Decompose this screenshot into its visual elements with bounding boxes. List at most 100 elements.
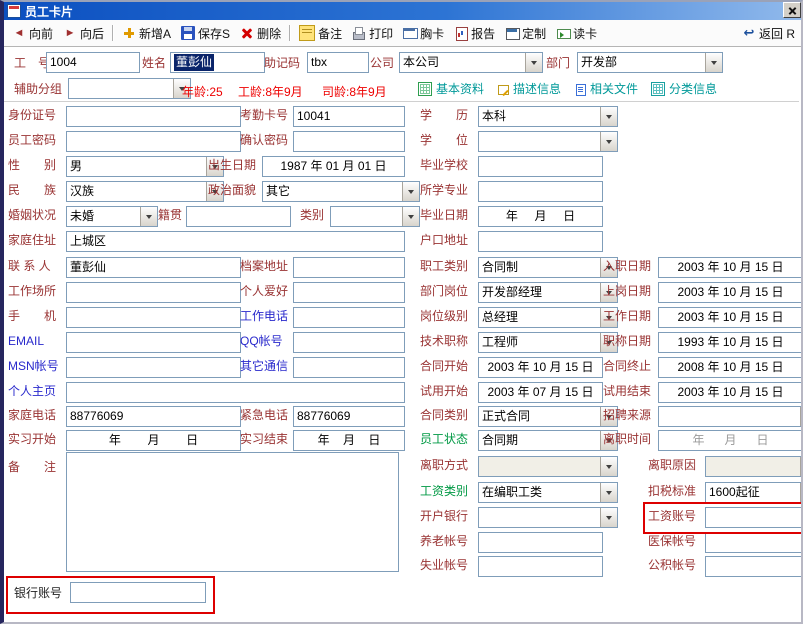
mnemonic-input[interactable]: tbx	[307, 52, 369, 73]
leave-method-select[interactable]	[478, 456, 618, 477]
emp-category-select[interactable]: 合同制	[478, 257, 618, 278]
tab-description[interactable]: 描述信息	[497, 80, 561, 97]
custom-button[interactable]: 定制	[500, 23, 551, 44]
tab-classification[interactable]: 分类信息	[651, 80, 717, 97]
emp-status-select[interactable]: 合同期	[478, 430, 618, 451]
remark-textarea[interactable]	[66, 452, 399, 572]
tab-basic-info[interactable]: 基本资料	[418, 80, 484, 97]
work-phone-input[interactable]	[293, 307, 405, 328]
marital-dropdown-button[interactable]	[140, 207, 157, 226]
pension-account-input[interactable]	[478, 532, 603, 553]
leave-method-dropdown-button[interactable]	[600, 457, 617, 476]
entry-date-date-field[interactable]: 2003 年 10 月 15 日	[658, 257, 803, 278]
company-select[interactable]: 本公司	[399, 52, 543, 73]
salary-account-input[interactable]	[705, 507, 803, 528]
aux-group-select[interactable]	[68, 78, 191, 99]
recruit-source-label: 招聘来源	[603, 409, 651, 422]
archive-address-input[interactable]	[293, 257, 405, 278]
recruit-source-select[interactable]	[658, 406, 803, 427]
bank-select[interactable]	[478, 507, 618, 528]
add-button[interactable]: 新增A	[117, 23, 176, 44]
category-select[interactable]	[330, 206, 420, 227]
intern-end-date-field[interactable]: 年 月 日	[293, 430, 405, 451]
homepage-input[interactable]	[66, 382, 405, 403]
next-button[interactable]: 向后	[58, 23, 109, 44]
political-dropdown-button[interactable]	[402, 182, 419, 201]
delete-button[interactable]: 删除	[235, 23, 286, 44]
bank-account-input[interactable]	[70, 582, 206, 603]
trial-start-date-field[interactable]: 2003 年 07 月 15 日	[478, 382, 603, 403]
degree-select[interactable]	[478, 131, 618, 152]
emp-status-label: 员工状态	[420, 433, 468, 446]
hobby-label: 个人爱好	[240, 285, 288, 298]
education-dropdown-button[interactable]	[600, 107, 617, 126]
dept-position-select[interactable]: 开发部经理	[478, 282, 618, 303]
qq-input[interactable]	[293, 332, 405, 353]
gender-select[interactable]: 男	[66, 156, 224, 177]
tax-standard-select[interactable]: 1600起征	[705, 482, 803, 503]
education-select[interactable]: 本科	[478, 106, 618, 127]
name-input[interactable]: 董彭仙	[170, 52, 265, 73]
marital-select[interactable]: 未婚	[66, 206, 158, 227]
salary-category-select[interactable]: 在编职工类	[478, 482, 618, 503]
email-input[interactable]	[66, 332, 241, 353]
tech-title-select[interactable]: 工程师	[478, 332, 618, 353]
badge-button[interactable]: 胸卡	[398, 23, 449, 44]
native-place-input[interactable]	[186, 206, 291, 227]
toolbar-right-group: 返回 R	[737, 23, 803, 44]
title-date-date-field[interactable]: 1993 年 10 月 15 日	[658, 332, 803, 353]
save-button[interactable]: 保存S	[176, 23, 235, 44]
return-button[interactable]: 返回 R	[737, 23, 800, 44]
position-level-select[interactable]: 总经理	[478, 307, 618, 328]
position-level-value: 总经理	[482, 309, 518, 326]
ethnicity-select[interactable]: 汉族	[66, 181, 224, 202]
report-button[interactable]: 报告	[449, 23, 500, 44]
birth-date-date-field[interactable]: 1987 年 01 月 01 日	[262, 156, 405, 177]
prev-button[interactable]: 向前	[7, 23, 58, 44]
attendance-no-input[interactable]: 10041	[293, 106, 405, 127]
company-dropdown-button[interactable]	[525, 53, 542, 72]
readcard-button[interactable]: 读卡	[551, 23, 602, 44]
grad-date-date-field[interactable]: 年 月 日	[478, 206, 603, 227]
leave-time-date-field[interactable]: 年 月 日	[658, 430, 803, 451]
home-address-input[interactable]: 上城区	[66, 231, 405, 252]
contract-end-date-field[interactable]: 2008 年 10 月 15 日	[658, 357, 803, 378]
id-card-input[interactable]	[66, 106, 241, 127]
major-input[interactable]	[478, 181, 603, 202]
msn-input[interactable]	[66, 357, 241, 378]
work-date-date-field[interactable]: 2003 年 10 月 15 日	[658, 307, 803, 328]
leave-reason-select[interactable]	[705, 456, 803, 477]
hukou-address-input[interactable]	[478, 231, 603, 252]
department-select[interactable]: 开发部	[577, 52, 723, 73]
name-value-selected: 董彭仙	[174, 54, 214, 71]
salary-category-dropdown-button[interactable]	[600, 483, 617, 502]
hobby-input[interactable]	[293, 282, 405, 303]
mobile-input[interactable]	[66, 307, 241, 328]
category-dropdown-button[interactable]	[402, 207, 419, 226]
emergency-phone-input[interactable]: 88776069	[293, 406, 405, 427]
medical-account-input[interactable]	[705, 532, 803, 553]
contact-input[interactable]: 董彭仙	[66, 257, 241, 278]
political-select[interactable]: 其它	[262, 181, 420, 202]
bank-account-label: 银行账号	[14, 587, 62, 600]
note-button[interactable]: 备注	[294, 23, 347, 44]
bank-dropdown-button[interactable]	[600, 508, 617, 527]
tab-related-files[interactable]: 相关文件	[574, 80, 638, 97]
onboard-date-date-field[interactable]: 2003 年 10 月 15 日	[658, 282, 803, 303]
password-input[interactable]	[66, 131, 241, 152]
confirm-password-input[interactable]	[293, 131, 405, 152]
housing-fund-account-input[interactable]	[705, 556, 803, 577]
workplace-input[interactable]	[66, 282, 241, 303]
unemployment-account-input[interactable]	[478, 556, 603, 577]
emp-no-input[interactable]: 1004	[46, 52, 140, 73]
department-dropdown-button[interactable]	[705, 53, 722, 72]
intern-start-date-field[interactable]: 年 月 日	[66, 430, 241, 451]
print-button[interactable]: 打印	[347, 23, 398, 44]
home-phone-input[interactable]: 88776069	[66, 406, 241, 427]
degree-dropdown-button[interactable]	[600, 132, 617, 151]
contract-type-select[interactable]: 正式合同	[478, 406, 618, 427]
contract-start-date-field[interactable]: 2003 年 10 月 15 日	[478, 357, 603, 378]
trial-end-date-field[interactable]: 2003 年 10 月 15 日	[658, 382, 803, 403]
other-comm-input[interactable]	[293, 357, 405, 378]
school-input[interactable]	[478, 156, 603, 177]
